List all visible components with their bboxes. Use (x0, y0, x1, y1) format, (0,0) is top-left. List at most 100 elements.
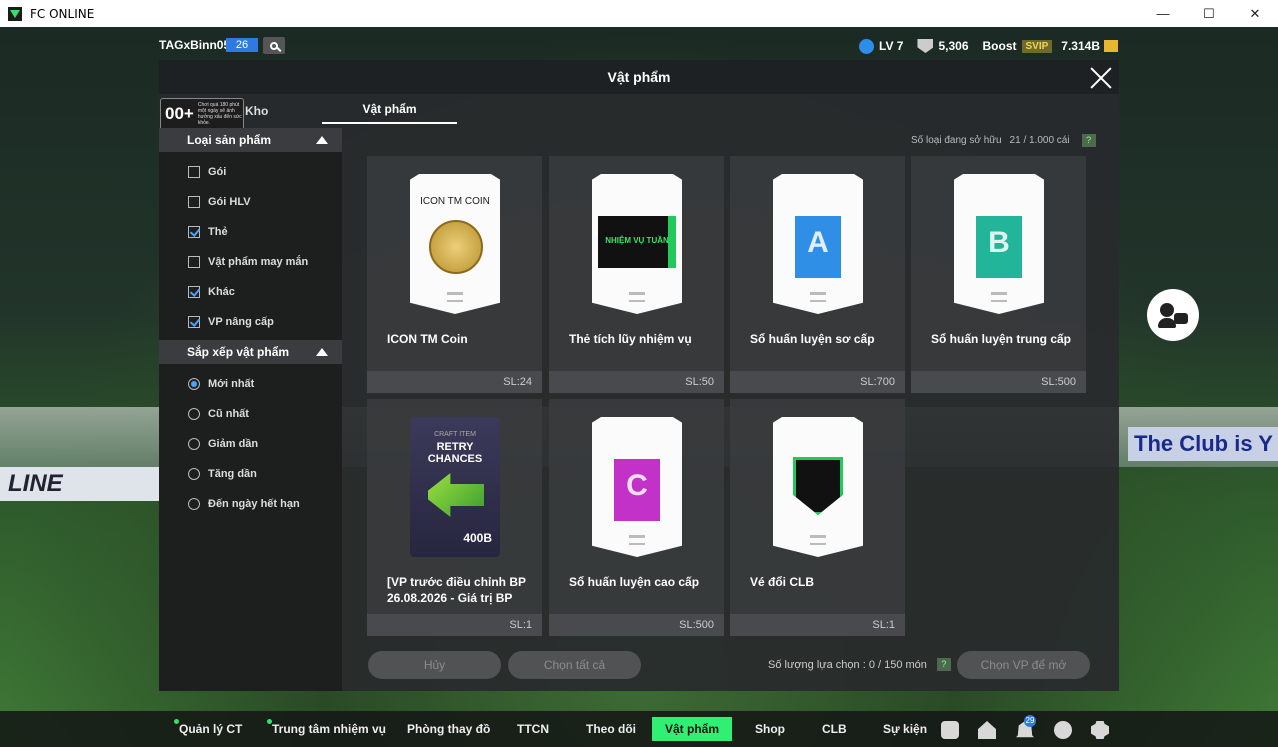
book-icon: A (795, 216, 841, 278)
help-icon[interactable]: ? (1081, 134, 1096, 147)
item-card[interactable]: NHIỆM VỤ TUẦN Thẻ tích lũy nhiệm vụ SL:5… (549, 156, 724, 393)
selection-count: Số lượng lựa chọn : 0 / 150 món ? (768, 658, 951, 671)
item-quantity: SL:500 (1041, 376, 1076, 388)
item-name: Sổ huấn luyện cao cấp (569, 575, 700, 589)
product-type-header-label: Loại sản phẩm (187, 133, 272, 147)
select-all-button[interactable]: Chọn tất cả (508, 651, 641, 679)
filter-vat-pham-may-man[interactable]: Vật phẩm may mắn (188, 254, 308, 270)
nav-su-kien[interactable]: Sự kiện (883, 722, 927, 736)
art-caption: NHIỆM VỤ TUẦN (605, 236, 669, 245)
item-card[interactable]: Vé đổi CLB SL:1 (730, 399, 905, 636)
item-quantity: SL:50 (685, 376, 714, 388)
friends-chat-button[interactable] (1147, 289, 1199, 341)
item-name: Thẻ tích lũy nhiệm vụ (569, 332, 692, 346)
filter-goi-label: Gói (208, 166, 227, 178)
nav-quan-ly-ct[interactable]: Quản lý CT (174, 719, 242, 736)
collapse-triangle-icon (316, 348, 328, 356)
nav-shop[interactable]: Shop (755, 722, 785, 736)
chat-icon[interactable] (941, 721, 959, 739)
item-quantity: SL:24 (503, 376, 532, 388)
nav-phong-thay-do[interactable]: Phòng thay đồ (407, 722, 490, 736)
filter-goi[interactable]: Gói (188, 164, 226, 180)
tab-kho[interactable]: Kho (245, 104, 268, 118)
open-item-button[interactable]: Chọn VP để mở (957, 651, 1090, 679)
fc-online-logo-icon (8, 6, 22, 21)
coin-medal-icon (429, 220, 483, 274)
username[interactable]: TAGxBinn05 (159, 38, 230, 52)
item-card[interactable]: CRAFT ITEM RETRY CHANCES 400B [VP trước … (367, 399, 542, 636)
age-rating-number: 00+ (165, 104, 194, 123)
item-card[interactable]: ICON TM COIN ICON TM Coin SL:24 (367, 156, 542, 393)
nav-ttcn[interactable]: TTCN (517, 722, 549, 736)
profile-icon[interactable] (1054, 721, 1072, 739)
sort-header[interactable]: Sắp xếp vật phẩm (159, 340, 342, 364)
items-panel: Vật phẩm 00+ Chơi quá 180 phút một ngày … (159, 60, 1119, 691)
art-sub-caption: CRAFT ITEM (434, 431, 476, 438)
nav-vat-pham[interactable]: Vật phẩm (652, 717, 732, 741)
item-card[interactable]: C Sổ huấn luyện cao cấp SL:500 (549, 399, 724, 636)
smiley-icon (859, 38, 875, 54)
sort-den-ngay-het-han[interactable]: Đến ngày hết hạn (188, 496, 300, 512)
help-icon[interactable]: ? (936, 658, 951, 671)
item-name: Sổ huấn luyện trung cấp (931, 332, 1072, 346)
search-button[interactable] (263, 37, 285, 54)
search-icon (270, 41, 278, 50)
player-level: LV 7 (879, 39, 904, 53)
fc-mark-icon (447, 292, 463, 302)
art-caption: ICON TM COIN (420, 196, 490, 207)
book-icon: B (976, 216, 1022, 278)
item-name: [VP trước điều chỉnh BP 26.08.2026 - Giá… (387, 575, 526, 605)
sort-moi-nhat[interactable]: Mới nhất (188, 376, 254, 392)
nav-clb[interactable]: CLB (822, 722, 847, 736)
panel-title: Vật phẩm (607, 69, 671, 85)
owned-label: Số loại đang sở hữu (911, 135, 1002, 146)
filter-khac-label: Khác (208, 286, 235, 298)
filter-khac[interactable]: Khác (188, 284, 235, 300)
close-panel-button[interactable] (1089, 66, 1113, 90)
maximize-button[interactable]: ☐ (1186, 0, 1232, 27)
minimize-button[interactable]: — (1140, 0, 1186, 27)
art-value: 400B (463, 531, 492, 545)
sort-moi-nhat-label: Mới nhất (208, 378, 255, 390)
club-ticket-art (773, 417, 863, 557)
fc-mark-icon (810, 535, 826, 545)
filter-the[interactable]: Thẻ (188, 224, 228, 240)
training-book-c-art: C (592, 417, 682, 557)
nav-trung-tam-nhiem-vu[interactable]: Trung tâm nhiệm vụ (267, 719, 387, 736)
radio-icon (188, 468, 200, 480)
trophy-shield-icon (917, 39, 934, 53)
owned-count: Số loại đang sở hữu 21 / 1.000 cái ? (911, 134, 1096, 147)
ad-banner-left: LINE (0, 467, 160, 501)
item-card[interactable]: B Sổ huấn luyện trung cấp SL:500 (911, 156, 1086, 393)
art-caption: RETRY CHANCES (427, 441, 483, 465)
weekly-mission-card-art: NHIỆM VỤ TUẦN (592, 174, 682, 314)
sort-giam-dan[interactable]: Giảm dần (188, 436, 258, 452)
boost-label[interactable]: Boost (983, 39, 1017, 53)
club-shield-icon (793, 457, 843, 515)
notification-count-badge: 29 (1024, 715, 1036, 727)
close-window-button[interactable]: ✕ (1232, 0, 1278, 27)
filter-goi-hlv[interactable]: Gói HLV (188, 194, 251, 210)
book-icon: C (614, 459, 660, 521)
item-card[interactable]: A Sổ huấn luyện sơ cấp SL:700 (730, 156, 905, 393)
fc-mark-icon (629, 292, 645, 302)
retry-arrows-icon (428, 473, 484, 517)
age-rating-note: Chơi quá 180 phút một ngày sẽ ảnh hưởng … (197, 102, 242, 126)
sort-cu-nhat[interactable]: Cũ nhất (188, 406, 249, 422)
radio-icon (188, 438, 200, 450)
nav-label: Trung tâm nhiệm vụ (272, 722, 387, 736)
collapse-triangle-icon (316, 136, 328, 144)
nav-theo-doi[interactable]: Theo dõi (586, 722, 636, 736)
checkbox-checked-icon (188, 316, 200, 328)
filter-vp-nang-cap[interactable]: VP nâng cấp (188, 314, 274, 330)
bp-coin-icon (1104, 40, 1118, 52)
radio-selected-icon (188, 378, 200, 390)
book-letter: A (807, 226, 829, 259)
checkbox-icon (188, 166, 200, 178)
tab-vat-pham[interactable]: Vật phẩm (322, 102, 457, 124)
sort-tang-dan[interactable]: Tăng dần (188, 466, 257, 482)
product-type-header[interactable]: Loại sản phẩm (159, 128, 342, 152)
cancel-button[interactable]: Hủy (368, 651, 501, 679)
new-dot-icon (267, 719, 272, 724)
radio-icon (188, 408, 200, 420)
